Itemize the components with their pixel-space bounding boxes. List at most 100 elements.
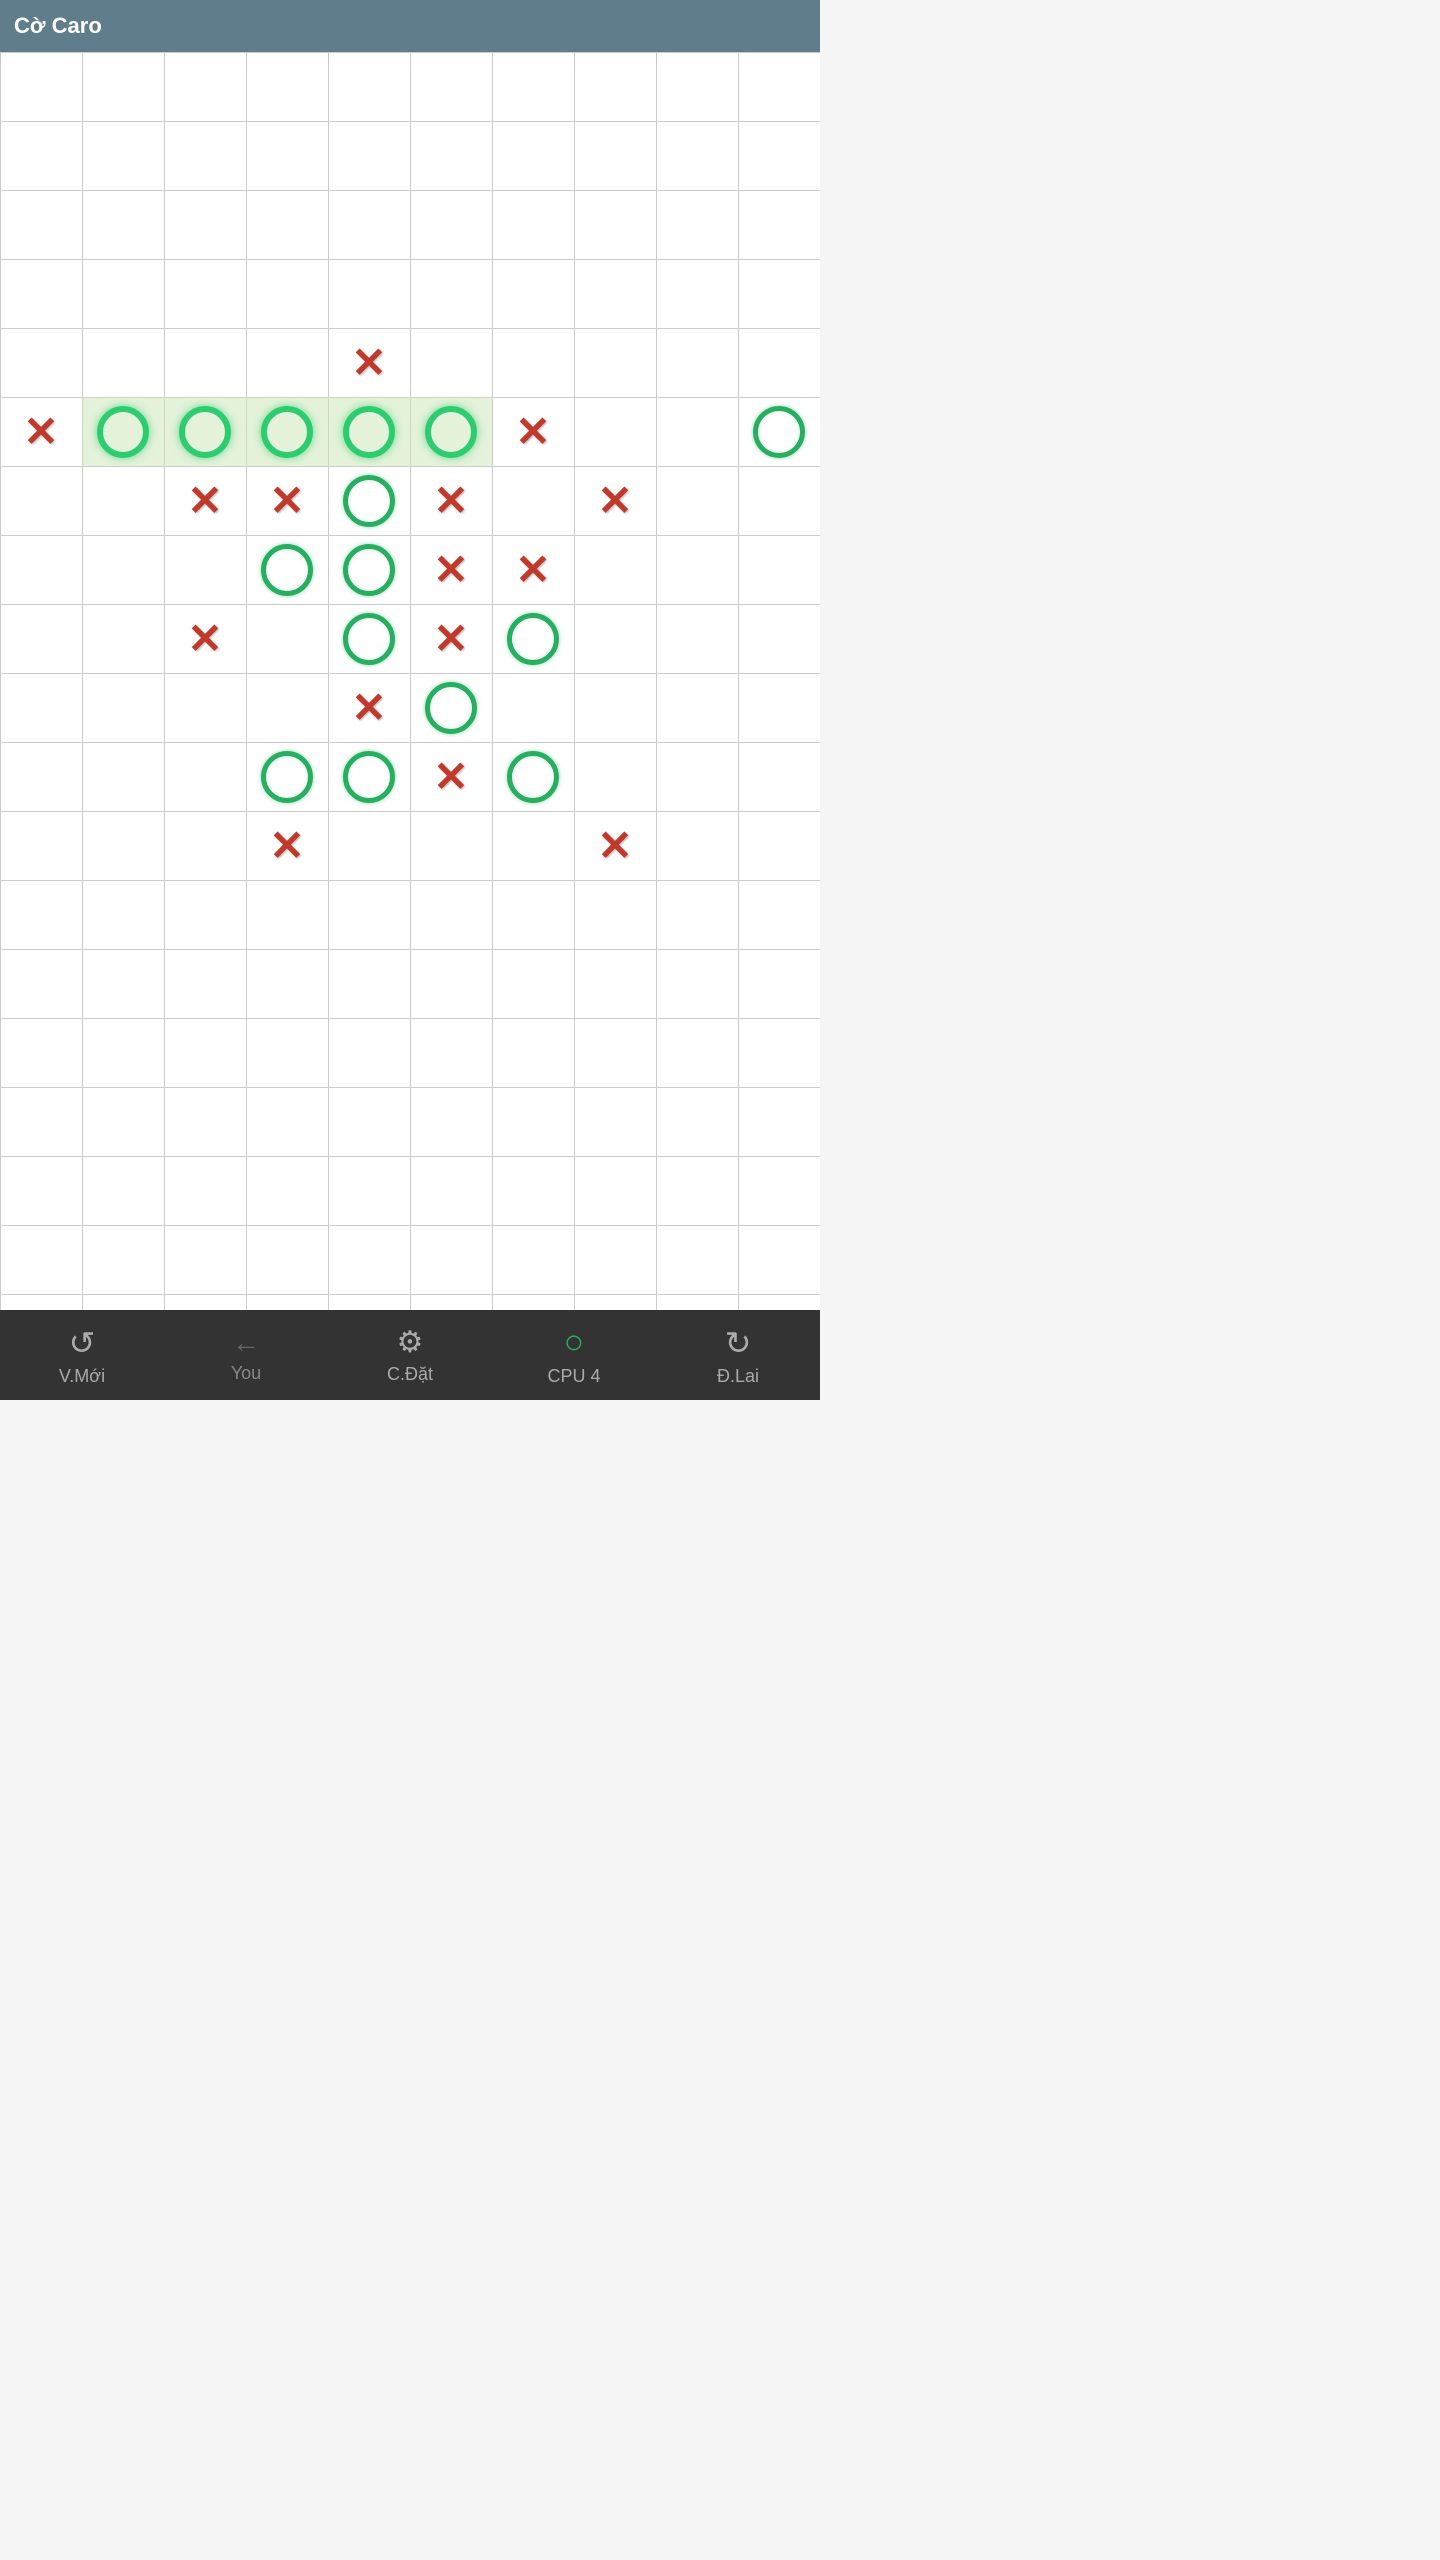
grid-line-horizontal (0, 328, 820, 329)
x-mark: ✕ (433, 756, 468, 798)
grid-line-vertical (82, 52, 83, 1310)
piece-x-20[interactable]: ✕ (410, 604, 492, 673)
piece-x-28[interactable]: ✕ (246, 811, 328, 880)
grid-line-vertical (164, 52, 165, 1310)
app-title: Cờ Caro (14, 13, 102, 39)
x-mark: ✕ (351, 342, 386, 384)
you-icon: ← (232, 1327, 260, 1359)
o-circle (261, 406, 313, 458)
x-mark: ✕ (187, 618, 222, 660)
piece-o-2[interactable] (82, 397, 164, 466)
piece-x-12[interactable]: ✕ (410, 466, 492, 535)
piece-x-7[interactable]: ✕ (492, 397, 574, 466)
o-circle (179, 406, 231, 458)
piece-x-1[interactable]: ✕ (0, 397, 82, 466)
settings-label: C.Đặt (387, 1364, 433, 1385)
grid-line-horizontal (0, 121, 820, 122)
x-mark: ✕ (433, 549, 468, 591)
piece-o-11[interactable] (328, 466, 410, 535)
settings-button[interactable]: C.Đặt (360, 1325, 460, 1385)
piece-x-26[interactable]: ✕ (410, 742, 492, 811)
gear-icon (397, 1325, 424, 1360)
o-circle (261, 751, 313, 803)
grid-line-horizontal (0, 949, 820, 950)
piece-x-10[interactable]: ✕ (246, 466, 328, 535)
cpu-label: CPU 4 (547, 1366, 600, 1387)
o-circle (343, 406, 395, 458)
piece-o-21[interactable] (492, 604, 574, 673)
piece-o-3[interactable] (164, 397, 246, 466)
grid-line-horizontal (0, 1294, 820, 1295)
circle-icon (564, 1323, 585, 1362)
grid-line-horizontal (0, 52, 820, 53)
piece-o-19[interactable] (328, 604, 410, 673)
piece-x-9[interactable]: ✕ (164, 466, 246, 535)
new-game-button[interactable]: V.Mới (32, 1324, 132, 1387)
piece-o-14[interactable] (246, 535, 328, 604)
grid-line-vertical (738, 52, 739, 1310)
you-indicator: ← You (196, 1327, 296, 1384)
piece-o-24[interactable] (246, 742, 328, 811)
x-mark: ✕ (597, 480, 632, 522)
grid-line-horizontal (0, 259, 820, 260)
o-circle (261, 544, 313, 596)
grid-line-vertical (656, 52, 657, 1310)
x-mark: ✕ (23, 411, 58, 453)
undo-button[interactable]: Đ.Lai (688, 1324, 788, 1387)
grid-line-vertical (574, 52, 575, 1310)
x-mark: ✕ (597, 825, 632, 867)
piece-x-0[interactable]: ✕ (328, 328, 410, 397)
x-mark: ✕ (515, 549, 550, 591)
o-circle (753, 406, 805, 458)
piece-x-17[interactable]: ✕ (492, 535, 574, 604)
grid-line-horizontal (0, 1087, 820, 1088)
grid-line-vertical (492, 52, 493, 1310)
o-circle (343, 544, 395, 596)
piece-x-18[interactable]: ✕ (164, 604, 246, 673)
x-mark: ✕ (269, 480, 304, 522)
grid-line-horizontal (0, 1225, 820, 1226)
piece-x-13[interactable]: ✕ (574, 466, 656, 535)
piece-o-25[interactable] (328, 742, 410, 811)
grid-line-horizontal (0, 1156, 820, 1157)
undo-label: Đ.Lai (717, 1366, 759, 1387)
x-mark: ✕ (515, 411, 550, 453)
o-circle (343, 751, 395, 803)
board-grid[interactable]: ✕ ✕ ✕ ✕ ✕ ✕ ✕ ✕ ✕ ✕ ✕ ✕ ✕ ✕ ✕ (0, 52, 820, 1310)
new-game-label: V.Mới (59, 1366, 105, 1387)
piece-o-8[interactable] (738, 397, 820, 466)
piece-x-22[interactable]: ✕ (328, 673, 410, 742)
grid-line-horizontal (0, 880, 820, 881)
x-mark: ✕ (187, 480, 222, 522)
piece-o-15[interactable] (328, 535, 410, 604)
piece-x-16[interactable]: ✕ (410, 535, 492, 604)
grid-line-horizontal (0, 1018, 820, 1019)
piece-o-23[interactable] (410, 673, 492, 742)
piece-o-27[interactable] (492, 742, 574, 811)
o-circle (507, 613, 559, 665)
piece-o-5[interactable] (328, 397, 410, 466)
redo-icon (725, 1324, 752, 1362)
piece-o-6[interactable] (410, 397, 492, 466)
undo-icon (69, 1324, 96, 1362)
grid-line-vertical (246, 52, 247, 1310)
o-circle (97, 406, 149, 458)
o-circle (425, 682, 477, 734)
you-label: You (231, 1363, 261, 1384)
grid-line-vertical (0, 52, 1, 1310)
cpu-indicator: CPU 4 (524, 1323, 624, 1387)
piece-o-4[interactable] (246, 397, 328, 466)
o-circle (343, 613, 395, 665)
grid-line-horizontal (0, 190, 820, 191)
navigation-bar: V.Mới ← You C.Đặt CPU 4 Đ.Lai (0, 1310, 820, 1400)
piece-x-29[interactable]: ✕ (574, 811, 656, 880)
x-mark: ✕ (433, 480, 468, 522)
x-mark: ✕ (433, 618, 468, 660)
o-circle (507, 751, 559, 803)
game-board[interactable]: ✕ ✕ ✕ ✕ ✕ ✕ ✕ ✕ ✕ ✕ ✕ ✕ ✕ ✕ ✕ (0, 52, 820, 1310)
x-mark: ✕ (269, 825, 304, 867)
title-bar: Cờ Caro (0, 0, 820, 52)
x-mark: ✕ (351, 687, 386, 729)
o-circle (343, 475, 395, 527)
grid-line-horizontal (0, 811, 820, 812)
